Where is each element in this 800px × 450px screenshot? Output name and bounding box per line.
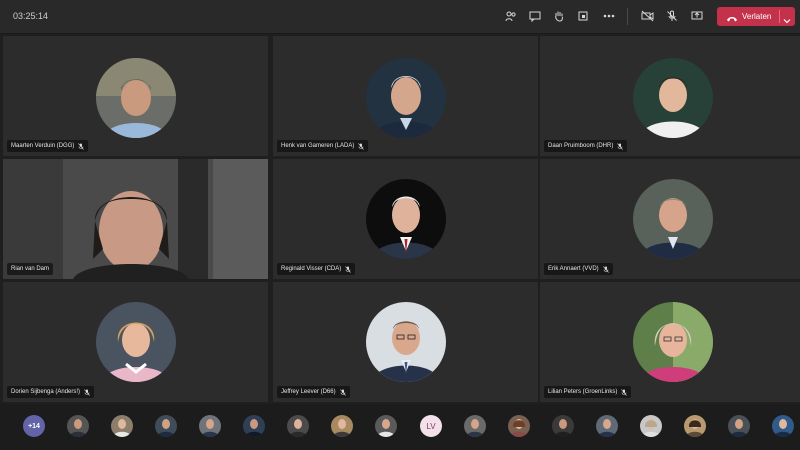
mic-off-icon: [339, 388, 346, 396]
more-options-icon[interactable]: [601, 8, 617, 24]
participant-video: [3, 159, 268, 279]
mic-off-icon: [78, 142, 85, 150]
name-tag: Rian van Dam: [7, 263, 54, 275]
participant-thumbnail[interactable]: [331, 415, 353, 437]
participant-thumbnail[interactable]: [684, 415, 706, 437]
room-view-icon[interactable]: [575, 8, 591, 24]
leave-label: Verlaten: [742, 12, 772, 21]
participant-name: Erik Annaert (VVD): [548, 266, 599, 272]
mic-off-icon: [617, 142, 624, 150]
participant-name: Reginald Visser (CDA): [281, 266, 342, 272]
participant-thumbnail[interactable]: [67, 415, 89, 437]
mic-off-icon: [84, 388, 90, 396]
leave-button[interactable]: Verlaten: [717, 7, 795, 26]
participant-tile[interactable]: Maarten Verduin (DGG): [3, 36, 268, 156]
participant-name: Dorien Sijbenga (Anders!): [11, 389, 81, 395]
participant-initials-avatar[interactable]: LV: [420, 415, 442, 437]
participant-avatar: [632, 58, 713, 138]
toolbar-separator: [627, 8, 628, 25]
participant-tile[interactable]: Erik Annaert (VVD): [540, 159, 800, 279]
participant-tile[interactable]: Lilian Peters (GroenLinks): [540, 282, 800, 402]
participant-tile[interactable]: Reginald Visser (CDA): [273, 159, 538, 279]
participant-avatar: [365, 58, 446, 138]
participant-name: Rian van Dam: [11, 266, 50, 272]
chat-icon[interactable]: [527, 8, 543, 24]
hang-up-icon: [726, 11, 738, 29]
participant-name: Lilian Peters (GroenLinks): [548, 389, 618, 395]
mic-off-icon: [345, 265, 351, 273]
participant-thumbnail[interactable]: [596, 415, 618, 437]
participant-name: Jeffrey Leever (D66): [281, 389, 336, 395]
participant-tile[interactable]: Henk van Gameren (LADA): [273, 36, 538, 156]
mic-off-icon[interactable]: [664, 8, 680, 24]
participant-thumbnail[interactable]: [243, 415, 265, 437]
mic-off-icon: [621, 388, 628, 396]
name-tag: Daan Pruimboom (DHR): [544, 140, 628, 152]
participant-thumbnail[interactable]: [287, 415, 309, 437]
name-tag: Lilian Peters (GroenLinks): [544, 386, 632, 398]
participant-thumbnail[interactable]: [508, 415, 530, 437]
participant-thumbnail[interactable]: [464, 415, 486, 437]
camera-off-icon[interactable]: [639, 8, 655, 24]
participant-tile[interactable]: Jeffrey Leever (D66): [273, 282, 538, 402]
participant-thumbnail[interactable]: [728, 415, 750, 437]
share-screen-icon[interactable]: [689, 8, 705, 24]
participant-name: Henk van Gameren (LADA): [281, 143, 355, 149]
participant-name: Daan Pruimboom (DHR): [548, 143, 614, 149]
participant-avatar: [365, 302, 446, 382]
meeting-toolbar: 03:25:14 Verlaten: [0, 0, 800, 34]
name-tag: Jeffrey Leever (D66): [277, 386, 350, 398]
people-icon[interactable]: [503, 8, 519, 24]
chevron-down-icon[interactable]: [783, 12, 791, 30]
name-tag: Maarten Verduin (DGG): [7, 140, 89, 152]
participant-thumbnail[interactable]: [552, 415, 574, 437]
participant-tile[interactable]: Dorien Sijbenga (Anders!): [3, 282, 268, 402]
leave-divider: [779, 10, 780, 23]
participant-thumbnail[interactable]: [155, 415, 177, 437]
raise-hand-icon[interactable]: [551, 8, 567, 24]
participant-video-tile[interactable]: Rian van Dam: [3, 159, 268, 279]
name-tag: Henk van Gameren (LADA): [277, 140, 369, 152]
participant-avatar: [95, 302, 176, 382]
overflow-participants-button[interactable]: +14: [23, 415, 45, 437]
mic-off-icon: [602, 265, 609, 273]
participant-tile[interactable]: Daan Pruimboom (DHR): [540, 36, 800, 156]
meeting-timer: 03:25:14: [13, 11, 49, 21]
name-tag: Dorien Sijbenga (Anders!): [7, 386, 95, 398]
participant-thumbnail[interactable]: [199, 415, 221, 437]
name-tag: Erik Annaert (VVD): [544, 263, 613, 275]
participant-name: Maarten Verduin (DGG): [11, 143, 75, 149]
participant-avatar: [95, 58, 176, 138]
participant-avatar: [365, 179, 446, 259]
participant-thumbnail[interactable]: [375, 415, 397, 437]
mic-off-icon: [358, 142, 365, 150]
participant-thumbnail[interactable]: [640, 415, 662, 437]
participant-avatar: [632, 302, 713, 382]
participant-thumbnail[interactable]: [111, 415, 133, 437]
participant-thumbnail[interactable]: [772, 415, 794, 437]
participant-avatar: [632, 179, 713, 259]
name-tag: Reginald Visser (CDA): [277, 263, 356, 275]
